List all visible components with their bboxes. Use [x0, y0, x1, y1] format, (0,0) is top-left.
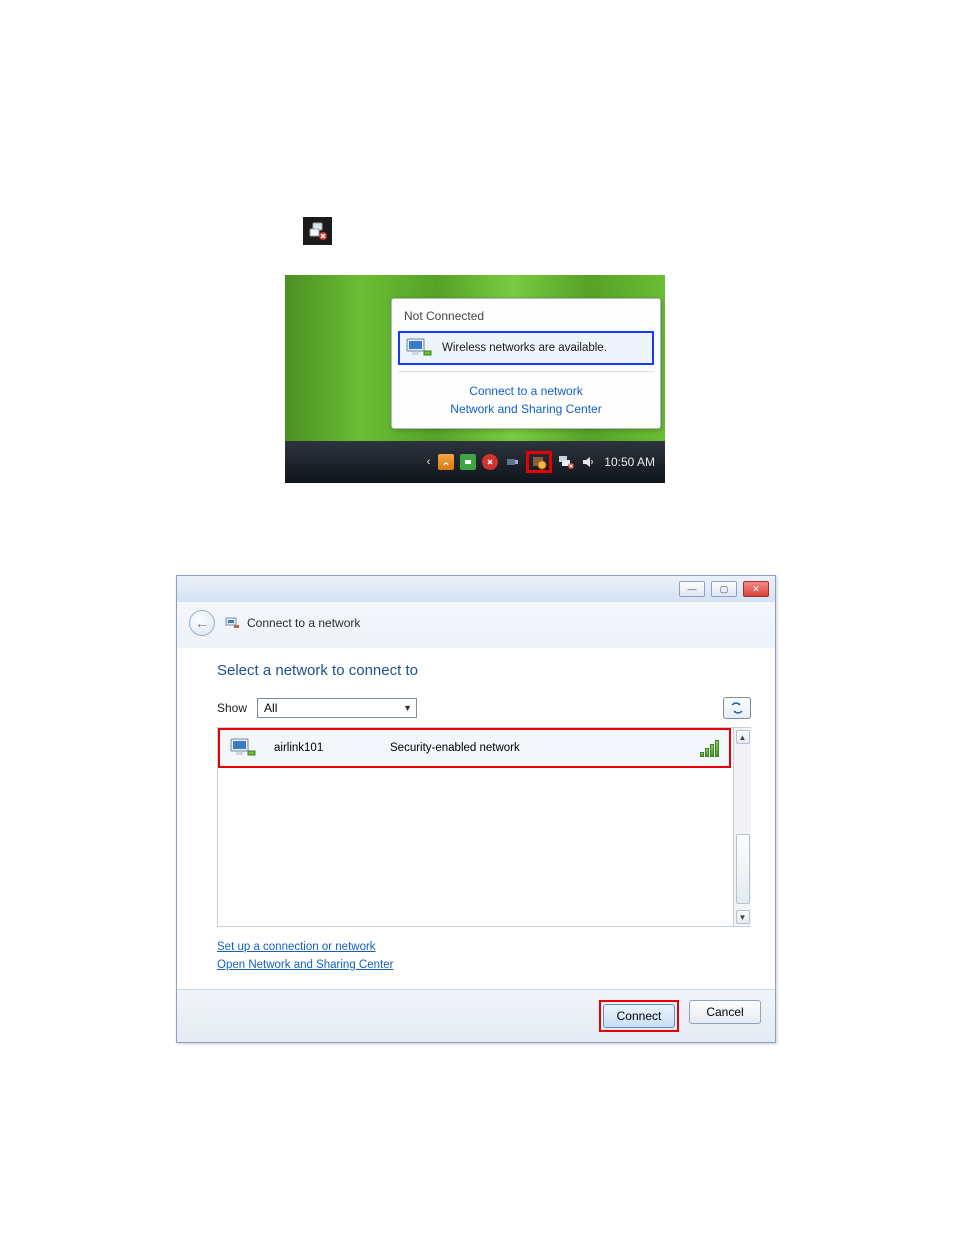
- close-button[interactable]: ✕: [743, 581, 769, 597]
- java-tray-icon[interactable]: [438, 454, 454, 470]
- filter-row: Show All ▼: [217, 697, 751, 719]
- show-label: Show: [217, 701, 247, 715]
- setup-connection-link[interactable]: Set up a connection or network: [217, 939, 751, 957]
- dialog-title-text: Connect to a network: [247, 616, 360, 630]
- connect-button[interactable]: Connect: [603, 1004, 675, 1028]
- open-sharing-center-link[interactable]: Open Network and Sharing Center: [217, 957, 751, 975]
- scroll-up-button[interactable]: ▲: [736, 730, 750, 744]
- signal-strength-icon: [700, 739, 719, 757]
- network-list-area: airlink101 Security-enabled network ▲ ▼: [217, 727, 751, 927]
- popup-title: Not Connected: [392, 299, 660, 331]
- dialog-content: Select a network to connect to Show All …: [177, 648, 775, 989]
- scroll-thumb[interactable]: [736, 834, 750, 904]
- volume-tray-icon[interactable]: [580, 454, 596, 470]
- network-icon: [225, 616, 241, 630]
- taskbar: ‹: [285, 441, 665, 483]
- dialog-title: Connect to a network: [225, 616, 360, 630]
- network-description: Security-enabled network: [390, 742, 684, 754]
- device-tray-icon[interactable]: [460, 454, 476, 470]
- desktop-background: Not Connected Wireless networks are avai…: [285, 275, 665, 441]
- network-name: airlink101: [274, 742, 374, 754]
- tray-icons: ‹: [427, 451, 597, 473]
- network-disconnected-icon: [303, 217, 332, 245]
- window-titlebar: — ▢ ✕: [177, 576, 775, 602]
- scroll-down-button[interactable]: ▼: [736, 910, 750, 924]
- connect-network-dialog: — ▢ ✕ ← Connect to a network Select a ne…: [176, 575, 776, 1043]
- network-row[interactable]: airlink101 Security-enabled network: [218, 728, 731, 768]
- network-item-icon: [230, 737, 258, 759]
- desktop-popup-screenshot: Not Connected Wireless networks are avai…: [285, 275, 665, 483]
- security-alert-tray-icon[interactable]: [482, 454, 498, 470]
- highlighted-tray-item: [526, 451, 552, 473]
- popup-available-row[interactable]: Wireless networks are available.: [398, 331, 654, 365]
- minimize-button[interactable]: —: [679, 581, 705, 597]
- chevron-down-icon: ▼: [403, 703, 412, 713]
- wireless-adapter-tray-icon[interactable]: [504, 454, 520, 470]
- maximize-button[interactable]: ▢: [711, 581, 737, 597]
- connect-button-highlight: Connect: [599, 1000, 679, 1032]
- tray-expand-icon[interactable]: ‹: [427, 456, 431, 468]
- show-selected: All: [264, 701, 277, 715]
- dialog-heading: Select a network to connect to: [217, 662, 751, 679]
- connect-link[interactable]: Connect to a network: [392, 382, 660, 400]
- network-list: airlink101 Security-enabled network: [218, 728, 733, 926]
- taskbar-clock[interactable]: 10:50 AM: [604, 455, 655, 469]
- network-disconnected-tray-icon[interactable]: [558, 454, 574, 470]
- cancel-button[interactable]: Cancel: [689, 1000, 761, 1024]
- bottom-links: Set up a connection or network Open Netw…: [217, 927, 751, 989]
- dialog-footer: Connect Cancel: [177, 989, 775, 1042]
- separator: [398, 371, 654, 372]
- popup-links: Connect to a network Network and Sharing…: [392, 376, 660, 428]
- network-center-link[interactable]: Network and Sharing Center: [392, 400, 660, 418]
- firewall-tray-icon[interactable]: [531, 454, 547, 470]
- back-button[interactable]: ←: [189, 610, 215, 636]
- network-popup: Not Connected Wireless networks are avai…: [391, 298, 661, 429]
- dialog-toolbar: ← Connect to a network: [177, 602, 775, 648]
- popup-message: Wireless networks are available.: [442, 342, 607, 354]
- show-dropdown[interactable]: All ▼: [257, 698, 417, 718]
- refresh-button[interactable]: [723, 697, 751, 719]
- scrollbar[interactable]: ▲ ▼: [733, 728, 751, 926]
- computer-icon: [406, 337, 434, 359]
